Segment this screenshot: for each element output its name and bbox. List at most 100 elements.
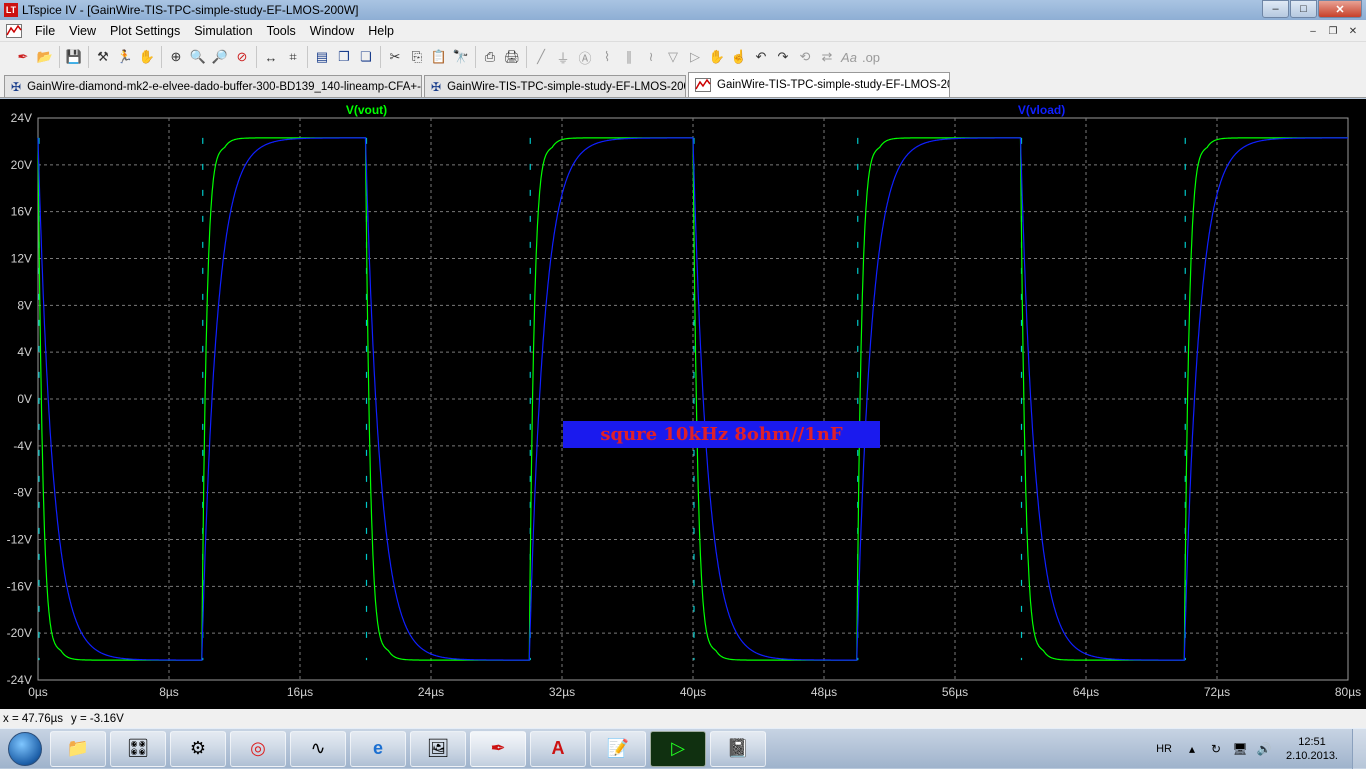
y-tick-label: 12V bbox=[11, 252, 32, 266]
menu-view[interactable]: View bbox=[62, 24, 103, 38]
toolbar-separator bbox=[475, 46, 476, 68]
mirror-icon[interactable]: ⇄ bbox=[816, 46, 838, 68]
print-icon[interactable]: 🖨 bbox=[501, 46, 523, 68]
grid-icon[interactable]: ⌗ bbox=[282, 46, 304, 68]
x-tick-label: 80µs bbox=[1335, 685, 1361, 699]
toolbar-separator bbox=[88, 46, 89, 68]
ie-icon[interactable]: e bbox=[350, 730, 406, 767]
find-icon[interactable]: 🔭 bbox=[450, 46, 472, 68]
halt-icon[interactable]: ✋ bbox=[136, 46, 158, 68]
x-tick-label: 48µs bbox=[811, 685, 837, 699]
redo-icon[interactable]: ↷ bbox=[772, 46, 794, 68]
open-file-icon[interactable]: 📂 bbox=[34, 46, 56, 68]
ground-icon[interactable]: ⏚ bbox=[552, 46, 574, 68]
mdi-restore-button[interactable]: ❐ bbox=[1324, 23, 1342, 39]
clock[interactable]: 12:51 2.10.2013. bbox=[1286, 735, 1338, 763]
copy-icon[interactable]: ⎘ bbox=[406, 46, 428, 68]
drag-icon[interactable]: ☝ bbox=[728, 46, 750, 68]
spice-directive-icon[interactable]: .op bbox=[860, 46, 882, 68]
plot-annotation[interactable]: squre 10kHz 8ohm//1nF bbox=[563, 421, 880, 448]
explorer-icon[interactable]: 📁 bbox=[50, 730, 106, 767]
y-tick-label: 24V bbox=[11, 111, 32, 125]
tray-arrow-icon[interactable]: ▴ bbox=[1184, 741, 1200, 757]
paste-icon[interactable]: 📋 bbox=[428, 46, 450, 68]
language-indicator[interactable]: HR bbox=[1156, 743, 1172, 755]
label-icon[interactable]: Ⓐ bbox=[574, 46, 596, 68]
tab-schematic-gainwire[interactable]: ✠ GainWire-TIS-TPC-simple-study-EF-LMOS-… bbox=[424, 75, 686, 97]
mdi-close-button[interactable]: ✕ bbox=[1344, 23, 1362, 39]
zoom-cancel-icon[interactable]: ⊘ bbox=[231, 46, 253, 68]
toolbar: ✒ 📂 💾 ⚒ 🏃 ✋ ⊕ 🔍 🔎 ⊘ ↔ ⌗ ▤ ❐ ❏ ✂ ⎘ 📋 🔭 ⎙ … bbox=[0, 42, 1366, 72]
tile-horizontal-icon[interactable]: ▤ bbox=[311, 46, 333, 68]
show-desktop-button[interactable] bbox=[1352, 729, 1366, 769]
network-icon[interactable]: 🖥 bbox=[1232, 741, 1248, 757]
menu-help[interactable]: Help bbox=[361, 24, 401, 38]
legend-label: V(vload) bbox=[1018, 103, 1065, 117]
y-tick-label: -20V bbox=[7, 626, 32, 640]
ltspice-app-icon[interactable]: LT bbox=[4, 3, 18, 17]
waveform-chart[interactable]: 0µs 8µs 16µs 24µs 32µs 40µs 48µs 56µs 64µs 72µs 80… bbox=[0, 99, 1366, 709]
rotate-icon[interactable]: ⟲ bbox=[794, 46, 816, 68]
ltspice-icon[interactable]: ✒ bbox=[470, 730, 526, 767]
menu-window[interactable]: Window bbox=[303, 24, 361, 38]
print-preview-icon[interactable]: ⎙ bbox=[479, 46, 501, 68]
component-icon[interactable]: ▷ bbox=[684, 46, 706, 68]
photo-viewer-icon[interactable]: 🖼 bbox=[410, 730, 466, 767]
x-tick-label: 72µs bbox=[1204, 685, 1230, 699]
text-icon[interactable]: Aa bbox=[838, 46, 860, 68]
open-schematic-icon[interactable]: ✒ bbox=[12, 46, 34, 68]
cut-icon[interactable]: ✂ bbox=[384, 46, 406, 68]
cursor-x-readout: x = 47.76µs bbox=[3, 712, 64, 725]
zoom-area-icon[interactable]: ⊕ bbox=[165, 46, 187, 68]
toolbar-separator bbox=[161, 46, 162, 68]
notepad-icon[interactable]: 📓 bbox=[710, 730, 766, 767]
mdi-minimize-button[interactable]: – bbox=[1304, 23, 1322, 39]
start-button[interactable] bbox=[0, 729, 50, 769]
waveform-icon bbox=[695, 78, 711, 92]
control-panel-icon[interactable]: ⚒ bbox=[92, 46, 114, 68]
minimize-button[interactable]: – bbox=[1262, 0, 1289, 18]
move-icon[interactable]: ✋ bbox=[706, 46, 728, 68]
sync-icon[interactable]: ↻ bbox=[1208, 741, 1224, 757]
zoom-in-icon[interactable]: 🔍 bbox=[187, 46, 209, 68]
menu-file[interactable]: File bbox=[28, 24, 62, 38]
wire-icon[interactable]: ╱ bbox=[530, 46, 552, 68]
menu-tools[interactable]: Tools bbox=[260, 24, 303, 38]
close-all-icon[interactable]: ❏ bbox=[355, 46, 377, 68]
tab-label: GainWire-TIS-TPC-simple-study-EF-LMOS-20… bbox=[717, 79, 950, 91]
run-icon[interactable]: 🏃 bbox=[114, 46, 136, 68]
y-tick-label: -12V bbox=[7, 533, 32, 547]
maximize-button[interactable]: □ bbox=[1290, 0, 1317, 18]
capacitor-icon[interactable]: ∥ bbox=[618, 46, 640, 68]
undo-icon[interactable]: ↶ bbox=[750, 46, 772, 68]
pdf-icon[interactable]: A bbox=[530, 730, 586, 767]
volume-icon[interactable]: 🔊 bbox=[1256, 741, 1272, 757]
inductor-icon[interactable]: ≀ bbox=[640, 46, 662, 68]
lifebuoy-icon[interactable]: ◎ bbox=[230, 730, 286, 767]
clock-date: 2.10.2013. bbox=[1286, 750, 1338, 762]
opamp-icon[interactable]: ▷ bbox=[650, 730, 706, 767]
autorange-icon[interactable]: ↔ bbox=[260, 46, 282, 68]
tab-waveform-gainwire[interactable]: GainWire-TIS-TPC-simple-study-EF-LMOS-20… bbox=[688, 72, 950, 97]
system-tray: HR ▴ ↻ 🖥 🔊 12:51 2.10.2013. bbox=[1156, 729, 1366, 769]
resistor-icon[interactable]: ⌇ bbox=[596, 46, 618, 68]
tool-icon[interactable]: ⚙ bbox=[170, 730, 226, 767]
close-button[interactable]: ✕ bbox=[1318, 0, 1362, 18]
diode-icon[interactable]: ▽ bbox=[662, 46, 684, 68]
wordpad-icon[interactable]: 📝 bbox=[590, 730, 646, 767]
x-tick-label: 8µs bbox=[159, 685, 179, 699]
menu-plot-settings[interactable]: Plot Settings bbox=[103, 24, 187, 38]
mixer-icon[interactable]: 🎛 bbox=[110, 730, 166, 767]
cascade-icon[interactable]: ❐ bbox=[333, 46, 355, 68]
menu-simulation[interactable]: Simulation bbox=[187, 24, 259, 38]
window-controls: – □ ✕ bbox=[1261, 0, 1362, 18]
scope-icon[interactable]: ∿ bbox=[290, 730, 346, 767]
schematic-icon: ✠ bbox=[11, 79, 22, 94]
waveform-window-icon[interactable] bbox=[6, 23, 22, 39]
x-tick-label: 56µs bbox=[942, 685, 968, 699]
tab-schematic-diamond[interactable]: ✠ GainWire-diamond-mk2-e-elvee-dado-buff… bbox=[4, 75, 422, 97]
waveform-plot-pane[interactable]: 0µs 8µs 16µs 24µs 32µs 40µs 48µs 56µs 64µs 72µs 80… bbox=[0, 99, 1366, 709]
zoom-out-icon[interactable]: 🔎 bbox=[209, 46, 231, 68]
save-icon[interactable]: 💾 bbox=[63, 46, 85, 68]
y-tick-label: -16V bbox=[7, 579, 32, 593]
